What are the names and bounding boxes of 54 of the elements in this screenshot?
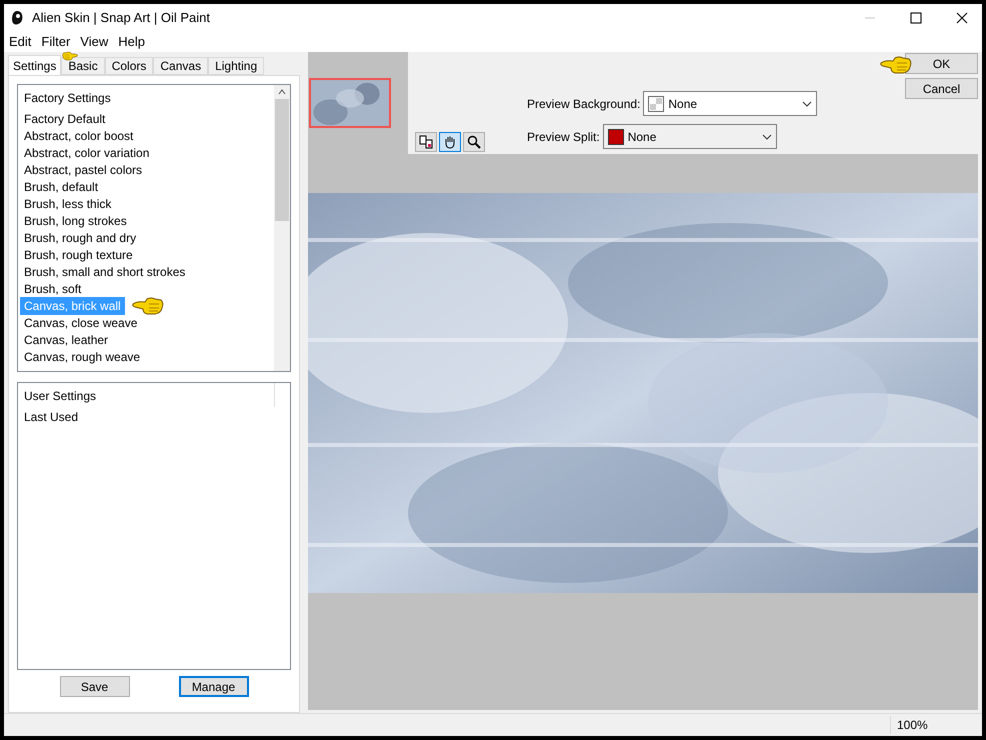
- preset-item[interactable]: Canvas, leather: [20, 330, 112, 348]
- tab[interactable]: Settings: [8, 55, 62, 75]
- tab[interactable]: Canvas: [153, 57, 208, 75]
- preset-item[interactable]: Factory Default: [20, 110, 110, 128]
- zoom-level: 100%: [890, 716, 950, 734]
- field-label: Preview Split:: [527, 128, 600, 146]
- hand-tool-button[interactable]: [439, 132, 461, 152]
- preset-item[interactable]: Brush, rough texture: [20, 246, 137, 264]
- close-icon[interactable]: [956, 12, 968, 24]
- chevron-down-icon: [802, 100, 812, 106]
- dialog-button[interactable]: Save: [60, 676, 130, 697]
- hand-icon: [443, 135, 457, 149]
- dialog-button[interactable]: OK: [905, 53, 978, 74]
- window-title: Alien Skin | Snap Art | Oil Paint: [32, 9, 210, 28]
- menu-item[interactable]: Edit: [4, 32, 36, 52]
- maximize-icon[interactable]: [910, 12, 922, 24]
- preset-item[interactable]: Brush, small and short strokes: [20, 262, 190, 280]
- field-label: Preview Background:: [527, 96, 640, 112]
- pointing-hand-icon: [60, 51, 80, 61]
- list-header: User Settings: [24, 388, 98, 404]
- chevron-down-icon: [762, 134, 772, 140]
- dropdown[interactable]: None: [602, 124, 777, 149]
- dropdown-value: None: [668, 96, 698, 112]
- dialog-button[interactable]: Manage: [178, 676, 248, 697]
- menu-item[interactable]: View: [75, 32, 114, 52]
- dialog-button[interactable]: Cancel: [905, 78, 978, 99]
- menu-item[interactable]: Help: [113, 32, 150, 52]
- swap-pages-icon: [419, 135, 433, 149]
- list-header: Factory Settings: [23, 90, 112, 106]
- preset-item[interactable]: Brush, soft: [20, 280, 86, 298]
- preset-item[interactable]: Brush, default: [20, 178, 102, 196]
- zoom-tool-button[interactable]: [463, 132, 485, 152]
- app-icon: [10, 10, 24, 26]
- checker-icon: [648, 96, 664, 112]
- swap-button[interactable]: [415, 132, 437, 152]
- preset-item[interactable]: Brush, less thick: [20, 194, 116, 212]
- dropdown[interactable]: None: [643, 91, 818, 116]
- tab[interactable]: Colors: [104, 57, 154, 75]
- preset-item[interactable]: Brush, long strokes: [20, 212, 131, 230]
- scrollbar[interactable]: [274, 85, 290, 371]
- preset-item[interactable]: Abstract, color variation: [20, 144, 154, 162]
- tab[interactable]: Lighting: [208, 57, 264, 75]
- preset-item[interactable]: Canvas, rough weave: [20, 348, 144, 366]
- preset-item[interactable]: Canvas, close weave: [20, 314, 142, 332]
- preset-item[interactable]: Brush, rough and dry: [20, 228, 140, 246]
- magnifier-icon: [467, 135, 481, 149]
- preset-item[interactable]: Abstract, color boost: [20, 126, 138, 144]
- dropdown-value: None: [628, 128, 658, 146]
- tab[interactable]: Basic: [61, 57, 105, 75]
- preset-item[interactable]: Abstract, pastel colors: [20, 160, 146, 178]
- menu-item[interactable]: Filter: [36, 32, 76, 52]
- pointing-hand-icon: [879, 55, 913, 75]
- preset-item[interactable]: Last Used: [24, 408, 290, 425]
- pointing-hand-icon: [130, 296, 165, 316]
